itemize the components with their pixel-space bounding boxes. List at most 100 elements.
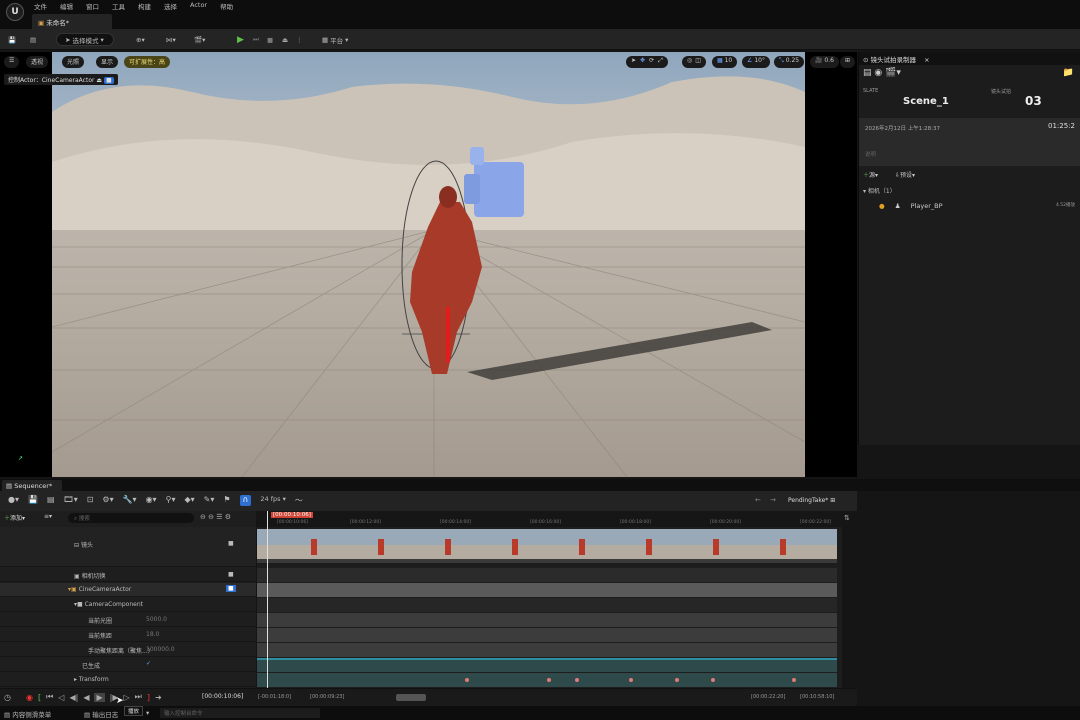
platform-dropdown[interactable]: ▦ 平台 ▾: [318, 33, 352, 46]
eye-icon[interactable]: ◉▾: [146, 495, 157, 506]
viewport-layout-button[interactable]: ⊞: [840, 56, 856, 68]
step-icon[interactable]: ⏭: [249, 33, 263, 46]
sequencer-timeline[interactable]: [00:00:10:06] [00:00:10:06] [00:00:12:00…: [257, 511, 842, 688]
new-take-icon[interactable]: ▤: [863, 68, 872, 78]
rotate-tool-icon[interactable]: ⟳: [649, 57, 654, 67]
lit-button[interactable]: 光照: [62, 56, 85, 68]
fps-dropdown[interactable]: 24 fps ▾: [260, 495, 285, 506]
folder-icon[interactable]: 📁: [1063, 68, 1074, 78]
list-icon[interactable]: ☰: [216, 513, 222, 521]
record-toggle-icon[interactable]: ●: [879, 202, 885, 210]
snap-icon[interactable]: ⚲▾: [166, 495, 176, 506]
nav-forward-icon[interactable]: →: [770, 496, 776, 504]
eject-icon[interactable]: ⏏: [278, 33, 292, 46]
curve-icon[interactable]: 〜: [295, 495, 303, 506]
rotation-snap[interactable]: ∠ 10°: [742, 56, 770, 68]
track-row-focal[interactable]: 当前焦距 18.0: [0, 628, 256, 642]
toggle-icon[interactable]: ⊖: [208, 513, 214, 521]
timeline-scrollbar[interactable]: [396, 694, 426, 701]
step-back-icon[interactable]: ◀|: [69, 693, 78, 702]
nav-back-icon[interactable]: ←: [755, 496, 761, 504]
menu-window[interactable]: 窗口: [86, 1, 99, 11]
show-button[interactable]: 显示: [96, 56, 119, 68]
track-row-actor[interactable]: ▾▣ CineCameraActor ■: [0, 583, 256, 597]
menu-select[interactable]: 选择: [164, 1, 177, 11]
range-end-right[interactable]: [00:10:58:10]: [800, 694, 834, 700]
track-row-transform[interactable]: ▸ Transform: [0, 673, 256, 687]
focus-value[interactable]: 100000.0: [146, 646, 175, 653]
camera-cut-section[interactable]: [257, 568, 837, 582]
track-row-component[interactable]: ▾■ CameraComponent: [0, 598, 256, 612]
stop-icon[interactable]: ■: [263, 33, 277, 46]
camera-icon[interactable]: ■: [228, 571, 234, 578]
pilot-camera-icon[interactable]: ■: [226, 585, 236, 592]
shot-thumbnail-strip[interactable]: [257, 529, 837, 563]
settings-icon[interactable]: ⚙▾: [102, 495, 113, 506]
range-end-left[interactable]: [00:00:22:20]: [751, 694, 785, 700]
world-icon[interactable]: ◎: [687, 57, 692, 67]
prev-key-icon[interactable]: ◁: [58, 693, 64, 702]
camera-pilot-icon[interactable]: ■: [104, 77, 114, 84]
viewport-scene[interactable]: [52, 52, 805, 477]
track-search-input[interactable]: ⌕ 搜索: [68, 513, 194, 523]
play-reverse-icon[interactable]: ◀: [83, 693, 89, 702]
set-end-icon[interactable]: ]: [147, 693, 150, 702]
menu-help[interactable]: 帮助: [220, 1, 233, 11]
clapper-icon[interactable]: 🎬▾: [885, 68, 901, 78]
grid-snap[interactable]: ▦ 10: [712, 56, 738, 68]
film-icon[interactable]: 🎞▾: [64, 495, 78, 506]
loop-icon[interactable]: ➜: [155, 693, 162, 702]
sequencer-tab[interactable]: ▤ Sequencer* ×: [2, 480, 62, 498]
actor-icon[interactable]: ⊡: [87, 495, 94, 506]
aperture-value[interactable]: 5000.0: [146, 616, 167, 623]
timer-icon[interactable]: ◷: [4, 693, 11, 702]
add-track-button[interactable]: ＋添加▾: [4, 513, 25, 522]
focus-section[interactable]: [257, 643, 837, 657]
wrench-icon[interactable]: 🔧▾: [123, 495, 137, 506]
component-section[interactable]: [257, 598, 837, 612]
unreal-logo-icon[interactable]: U: [6, 3, 24, 21]
take-description[interactable]: 说明: [865, 150, 876, 158]
track-row-focus[interactable]: 手动聚焦距离（聚焦...） 100000.0: [0, 643, 256, 657]
world-icon[interactable]: ●▾: [8, 495, 19, 506]
checkbox-icon[interactable]: ✓: [146, 660, 151, 667]
key-icon[interactable]: ◆▾: [184, 495, 194, 506]
marker-icon[interactable]: ⚑: [223, 495, 230, 506]
range-start[interactable]: [-00:01:18:0]: [258, 694, 291, 700]
record-icon[interactable]: ◉: [26, 693, 33, 702]
next-key-icon[interactable]: ▷: [123, 693, 129, 702]
gear-icon[interactable]: ⚙: [225, 513, 231, 521]
scalability-warning[interactable]: 可扩展性：高: [124, 56, 171, 68]
select-tool-icon[interactable]: ➤: [631, 57, 636, 67]
brush-icon[interactable]: ✎▾: [204, 495, 215, 506]
select-mode-dropdown[interactable]: ➤ 选择模式 ▾: [56, 33, 114, 46]
play-icon[interactable]: ▶: [233, 33, 248, 46]
track-row-camera-cut[interactable]: ▣ 相机切换 ■: [0, 568, 256, 582]
level-tab[interactable]: ▣ 未命名*: [32, 14, 112, 29]
menu-actor[interactable]: Actor: [190, 1, 207, 11]
focal-value[interactable]: 18.0: [146, 631, 159, 638]
source-row[interactable]: ● ♟ Player_BP 4.52播放: [879, 202, 1079, 210]
output-log-button[interactable]: ▤ 输出日志: [84, 709, 118, 719]
console-input[interactable]: 输入控制台命令: [160, 708, 320, 718]
slate-value[interactable]: Scene_1: [903, 96, 949, 107]
actor-section[interactable]: [257, 583, 837, 597]
spawned-section[interactable]: [257, 658, 837, 672]
filter-icon[interactable]: ≡▾: [44, 513, 52, 520]
content-icon[interactable]: ▤: [26, 33, 40, 46]
scale-snap[interactable]: ⤡ 0.25: [774, 56, 805, 68]
viewport-menu-button[interactable]: ☰: [4, 56, 20, 68]
more-options-icon[interactable]: ⋮: [292, 33, 307, 46]
content-browser-button[interactable]: ▤ 内容侧滑菜单: [4, 709, 51, 719]
scale-tool-icon[interactable]: ⤢: [658, 57, 663, 67]
jump-start-icon[interactable]: ⏮: [46, 692, 53, 702]
range-mid[interactable]: [00:00:09:23]: [310, 694, 344, 700]
camera-speed[interactable]: 🎥 0.6: [810, 56, 839, 68]
track-row-aperture[interactable]: 当前光圈 5000.0: [0, 613, 256, 627]
cinematics-icon[interactable]: 🎬▾: [190, 33, 209, 46]
add-actor-icon[interactable]: ⊕▾: [132, 33, 149, 46]
add-source-button[interactable]: ＋源▾: [863, 170, 878, 179]
menu-edit[interactable]: 编辑: [60, 1, 73, 11]
save-icon[interactable]: 💾: [28, 495, 38, 506]
camera-icon[interactable]: ■: [228, 540, 234, 547]
